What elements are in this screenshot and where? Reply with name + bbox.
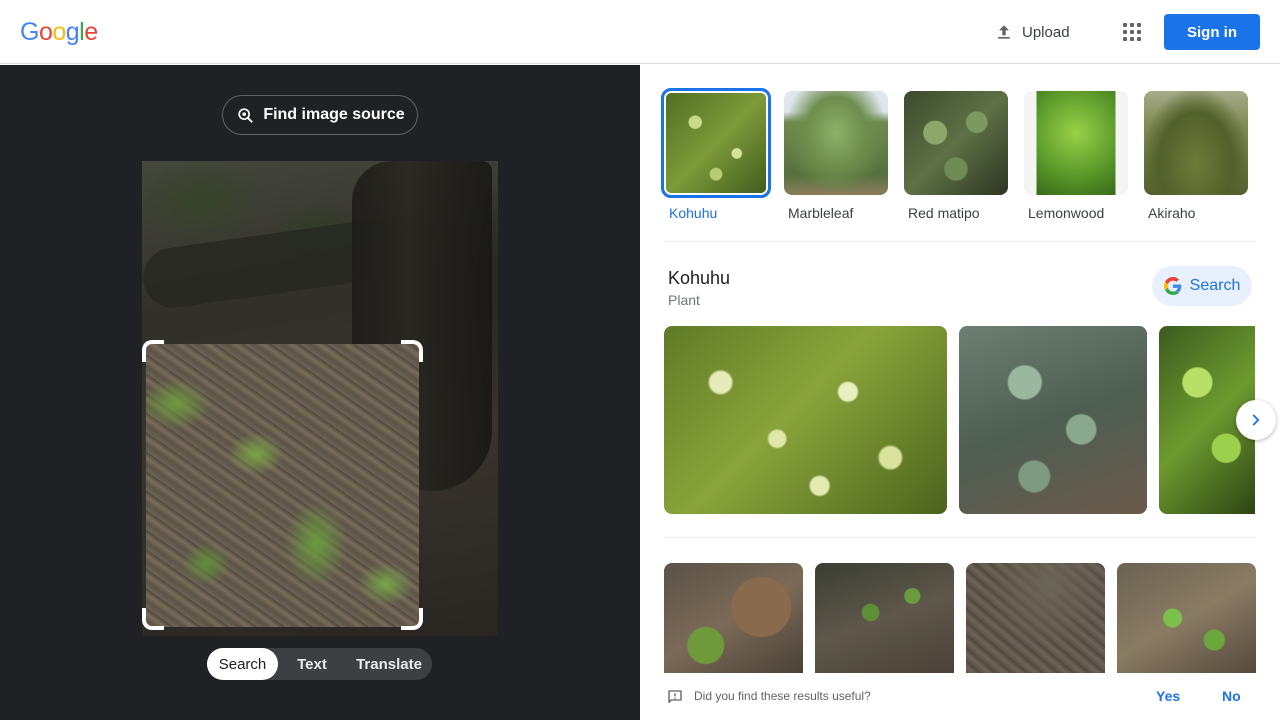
google-logo[interactable]: Google — [20, 18, 98, 47]
top-bar: Google Upload Sign in — [0, 0, 1280, 64]
crop-handle-top-right[interactable] — [401, 340, 423, 362]
visual-match-image[interactable] — [1117, 563, 1256, 673]
suggestion-image — [1024, 91, 1128, 195]
result-image[interactable] — [664, 326, 947, 514]
suggestion-image — [661, 88, 771, 198]
logo-letter: e — [84, 18, 98, 46]
suggestion-label: Red matipo — [908, 205, 980, 221]
feedback-question: Did you find these results useful? — [694, 689, 871, 703]
feedback-yes-button[interactable]: Yes — [1156, 688, 1180, 704]
suggestion-image — [784, 91, 888, 195]
suggestion-label: Lemonwood — [1028, 205, 1105, 221]
logo-letter: G — [20, 18, 39, 46]
feedback-no-button[interactable]: No — [1222, 688, 1241, 704]
entity-subtitle: Plant — [668, 292, 700, 308]
logo-letter: o — [38, 18, 53, 46]
feedback-bar: Did you find these results useful? Yes N… — [640, 677, 1280, 720]
visual-match-image[interactable] — [664, 563, 803, 673]
google-search-button[interactable]: Search — [1152, 266, 1252, 306]
suggestion-kohuhu[interactable]: Kohuhu — [661, 88, 771, 221]
logo-letter: g — [65, 18, 80, 46]
uploaded-image — [142, 161, 498, 636]
suggestion-label: Akiraho — [1148, 205, 1196, 221]
carousel-next-button[interactable] — [1236, 400, 1276, 440]
divider — [664, 537, 1256, 538]
suggestion-label: Marbleleaf — [788, 205, 854, 221]
upload-label: Upload — [1022, 23, 1070, 41]
mode-switcher: Search Text Translate — [207, 648, 432, 680]
find-image-source-label: Find image source — [263, 106, 405, 123]
entity-title: Kohuhu — [668, 268, 731, 288]
google-search-label: Search — [1189, 277, 1241, 294]
suggestion-lemonwood[interactable]: Lemonwood — [1024, 91, 1128, 221]
crop-region[interactable] — [146, 344, 419, 627]
visual-match-image[interactable] — [815, 563, 954, 673]
sign-in-button[interactable]: Sign in — [1164, 14, 1260, 50]
crop-handle-bottom-right[interactable] — [401, 608, 423, 630]
suggestion-akiraho[interactable]: Akiraho — [1144, 91, 1248, 221]
suggestion-image — [1144, 91, 1248, 195]
crop-handle-top-left[interactable] — [142, 340, 164, 362]
apps-grid-icon[interactable] — [1116, 16, 1148, 48]
feedback-icon — [668, 690, 682, 703]
mode-search-tab[interactable]: Search — [207, 648, 278, 680]
find-image-source-button[interactable]: Find image source — [222, 95, 418, 135]
google-g-icon — [1163, 277, 1181, 295]
upload-icon — [998, 25, 1010, 39]
upload-button[interactable]: Upload — [988, 16, 1076, 48]
suggestion-red-matipo[interactable]: Red matipo — [904, 91, 1008, 221]
suggestion-chips: Kohuhu Marbleleaf Red matipo Lemonwood A… — [661, 88, 1248, 221]
suggestion-image — [904, 91, 1008, 195]
suggestion-label: Kohuhu — [669, 205, 718, 221]
mode-text-tab[interactable]: Text — [278, 648, 346, 680]
crop-handle-bottom-left[interactable] — [142, 608, 164, 630]
suggestion-marbleleaf[interactable]: Marbleleaf — [784, 91, 888, 221]
image-search-icon — [238, 108, 253, 123]
visual-match-image[interactable] — [966, 563, 1105, 673]
chevron-right-icon — [1252, 414, 1260, 426]
results-panel: Kohuhu Marbleleaf Red matipo Lemonwood A… — [640, 65, 1280, 720]
mode-translate-tab[interactable]: Translate — [346, 648, 432, 680]
divider — [664, 241, 1256, 242]
image-viewer-panel: Find image source Search Text Translate — [0, 65, 640, 720]
logo-letter: o — [52, 18, 66, 46]
result-image[interactable] — [959, 326, 1147, 514]
